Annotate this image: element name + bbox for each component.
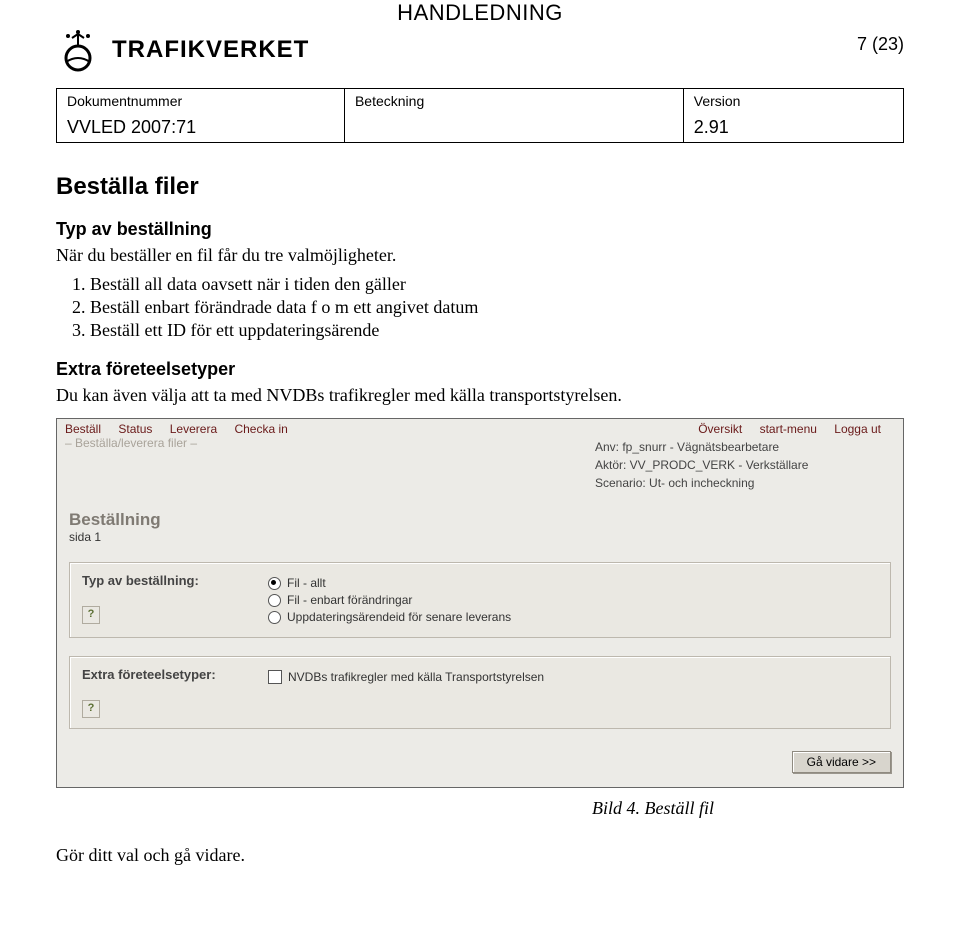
panel-type-bestallning: Typ av beställning: ? Fil - allt Fil - e… bbox=[69, 562, 891, 638]
intro-text: När du beställer en fil får du tre valmö… bbox=[56, 242, 904, 268]
list-item: Beställ enbart förändrade data f o m ett… bbox=[90, 297, 904, 318]
help-icon[interactable]: ? bbox=[82, 606, 100, 624]
help-icon[interactable]: ? bbox=[82, 700, 100, 718]
list-item: Beställ ett ID för ett uppdateringsärend… bbox=[90, 320, 904, 341]
panel1-label: Typ av beställning: bbox=[82, 573, 242, 588]
info-anv: Anv: fp_snurr - Vägnätsbearbetare bbox=[595, 438, 895, 456]
radio-label: Fil - enbart förändringar bbox=[287, 593, 412, 607]
nav-status[interactable]: Status bbox=[118, 422, 152, 436]
nav-left: Beställ Status Leverera Checka in bbox=[65, 422, 302, 436]
nav-oversikt[interactable]: Översikt bbox=[698, 422, 742, 436]
page-number: 7 (23) bbox=[857, 34, 904, 55]
nav-logout[interactable]: Logga ut bbox=[834, 422, 881, 436]
panel2-label: Extra företeelsetyper: bbox=[82, 667, 242, 682]
subsection-heading-extra: Extra företeelsetyper bbox=[56, 359, 904, 380]
nav-right: Översikt start-menu Logga ut bbox=[698, 422, 895, 436]
nav-checka-in[interactable]: Checka in bbox=[234, 422, 287, 436]
document-meta-table: Dokumentnummer Beteckning Version VVLED … bbox=[56, 88, 904, 143]
go-next-button[interactable]: Gå vidare >> bbox=[792, 751, 891, 773]
form-title: Beställning bbox=[69, 510, 891, 530]
panel-extra-foreteelsetyper: Extra företeelsetyper: ? NVDBs trafikreg… bbox=[69, 656, 891, 729]
checkbox-nvdb[interactable]: NVDBs trafikregler med källa Transportst… bbox=[268, 670, 878, 684]
radio-icon bbox=[268, 577, 281, 590]
nav-startmenu[interactable]: start-menu bbox=[760, 422, 817, 436]
brand-row: TRAFIKVERKET bbox=[56, 28, 904, 72]
radio-uppdateringsarende[interactable]: Uppdateringsärendeid för senare leverans bbox=[268, 610, 878, 624]
footer-text: Gör ditt val och gå vidare. bbox=[56, 845, 904, 866]
meta-version-value: 2.91 bbox=[683, 113, 903, 143]
radio-label: Fil - allt bbox=[287, 576, 326, 590]
radio-fil-allt[interactable]: Fil - allt bbox=[268, 576, 878, 590]
meta-doknr-label: Dokumentnummer bbox=[57, 89, 345, 114]
info-aktor: Aktör: VV_PRODC_VERK - Verkställare bbox=[595, 456, 895, 474]
section-heading: Beställa filer bbox=[56, 173, 904, 201]
meta-doknr-value: VVLED 2007:71 bbox=[57, 113, 345, 143]
checkbox-icon bbox=[268, 670, 282, 684]
radio-fil-forandringar[interactable]: Fil - enbart förändringar bbox=[268, 593, 878, 607]
app-screenshot: Beställ Status Leverera Checka in Översi… bbox=[56, 418, 904, 788]
radio-label: Uppdateringsärendeid för senare leverans bbox=[287, 610, 511, 624]
info-scenario: Scenario: Ut- och incheckning bbox=[595, 474, 895, 492]
breadcrumb: – Beställa/leverera filer – bbox=[57, 436, 587, 496]
nav-bestall[interactable]: Beställ bbox=[65, 422, 101, 436]
figure-caption: Bild 4. Beställ fil bbox=[56, 788, 904, 819]
subsection-heading-type: Typ av beställning bbox=[56, 219, 904, 240]
meta-version-label: Version bbox=[683, 89, 903, 114]
meta-beteckning-value bbox=[344, 113, 683, 143]
checkbox-label: NVDBs trafikregler med källa Transportst… bbox=[288, 670, 544, 684]
options-list: Beställ all data oavsett när i tiden den… bbox=[56, 274, 904, 341]
radio-icon bbox=[268, 611, 281, 624]
extra-text: Du kan även välja att ta med NVDBs trafi… bbox=[56, 382, 904, 408]
meta-beteckning-label: Beteckning bbox=[344, 89, 683, 114]
radio-icon bbox=[268, 594, 281, 607]
list-item: Beställ all data oavsett när i tiden den… bbox=[90, 274, 904, 295]
brand-name: TRAFIKVERKET bbox=[112, 36, 309, 64]
nav-leverera[interactable]: Leverera bbox=[170, 422, 217, 436]
trafikverket-logo-icon bbox=[56, 28, 100, 72]
form-page: sida 1 bbox=[69, 530, 891, 544]
doc-type-header: HANDLEDNING bbox=[397, 0, 563, 26]
